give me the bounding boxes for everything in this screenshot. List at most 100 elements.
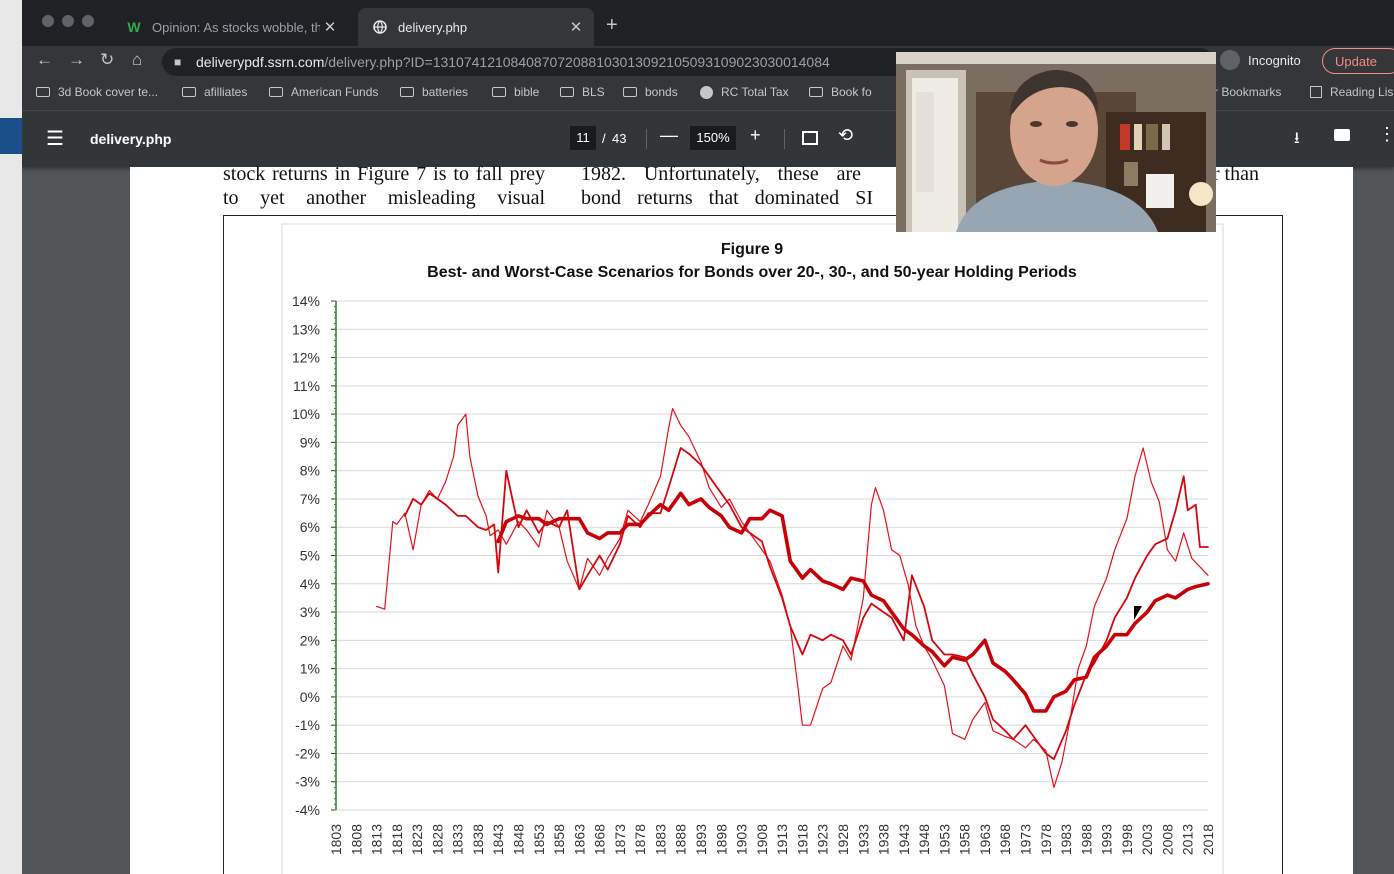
x-tick-label: 1888	[673, 824, 689, 855]
home-icon[interactable]: ⌂	[132, 50, 142, 70]
globe-icon	[700, 85, 713, 99]
folder-icon	[492, 87, 506, 97]
bookmark-item[interactable]: afilliates	[182, 85, 247, 99]
update-button[interactable]: Update	[1322, 48, 1394, 74]
back-arrow-icon[interactable]: ←	[36, 50, 53, 70]
background-window	[0, 0, 22, 874]
x-tick-label: 1983	[1058, 824, 1074, 855]
tab-opinion[interactable]: W Opinion: As stocks wobble, the ✕	[112, 8, 348, 46]
bookmark-item[interactable]: BLS	[560, 85, 605, 99]
line-chart: Figure 9 Best- and Worst-Case Scenarios …	[281, 223, 1224, 874]
chart-subtitle: Best- and Worst-Case Scenarios for Bonds…	[427, 264, 1077, 281]
forward-arrow-icon[interactable]: →	[68, 50, 85, 70]
bookmark-item[interactable]: RC Total Tax	[700, 85, 789, 99]
rotate-icon[interactable]: ⟲	[838, 125, 853, 146]
fit-page-icon[interactable]	[802, 131, 818, 145]
bookmark-item[interactable]: batteries	[400, 85, 468, 99]
pdf-page: stock returns in Figure 7 is to fall pre…	[130, 163, 1353, 874]
print-icon[interactable]	[1334, 129, 1350, 141]
download-icon[interactable]: ⭳	[1294, 127, 1300, 154]
x-tick-label: 1848	[511, 824, 527, 855]
x-tick-label: 2008	[1159, 824, 1175, 855]
close-tab-icon[interactable]: ✕	[566, 18, 586, 36]
close-window-button[interactable]	[42, 15, 54, 27]
zoom-window-button[interactable]	[82, 15, 94, 27]
x-tick-label: 1908	[754, 824, 770, 855]
x-tick-label: 1883	[652, 824, 668, 855]
y-tick-label: -4%	[295, 802, 320, 818]
tab-title: Opinion: As stocks wobble, the	[152, 19, 320, 35]
globe-icon	[372, 19, 388, 35]
bookmark-item[interactable]: American Funds	[269, 85, 378, 99]
folder-icon	[560, 87, 574, 97]
chart-title: Figure 9	[721, 241, 783, 258]
y-tick-label: 12%	[292, 350, 320, 366]
bookmark-item[interactable]: bible	[492, 85, 539, 99]
x-tick-label: 1973	[1017, 824, 1033, 855]
more-options-icon[interactable]: ⋮	[1378, 125, 1394, 143]
y-tick-label: 11%	[293, 378, 320, 394]
list-icon	[1310, 86, 1322, 98]
bookmark-item[interactable]: Reading Lis	[1310, 85, 1393, 99]
new-tab-icon[interactable]: +	[606, 14, 618, 37]
page-count: 43	[612, 131, 627, 146]
x-tick-label: 1948	[916, 824, 932, 855]
x-tick-label: 1968	[997, 824, 1013, 855]
x-tick-label: 1988	[1078, 824, 1094, 855]
url-text: deliverypdf.ssrn.com/delivery.php?ID=131…	[196, 54, 830, 70]
x-tick-label: 1828	[429, 824, 445, 855]
figure-frame: Figure 9 Best- and Worst-Case Scenarios …	[223, 215, 1283, 874]
x-tick-label: 1953	[936, 824, 952, 855]
folder-icon	[36, 87, 50, 97]
bookmark-item[interactable]: Book fo	[809, 85, 872, 99]
y-tick-label: -1%	[295, 717, 320, 733]
bookmark-item[interactable]: 3d Book cover te...	[36, 85, 158, 99]
bookmark-label: BLS	[582, 85, 605, 99]
url-path: /delivery.php?ID=13107412108408707208810…	[324, 54, 830, 70]
minimize-window-button[interactable]	[62, 15, 74, 27]
tab-strip: W Opinion: As stocks wobble, the ✕ deliv…	[22, 0, 1394, 46]
background-window-accent	[0, 118, 22, 154]
x-tick-label: 1928	[835, 824, 851, 855]
zoom-input[interactable]: 150%	[690, 126, 736, 150]
x-tick-label: 1938	[876, 824, 892, 855]
x-tick-label: 2003	[1139, 824, 1155, 855]
x-tick-label: 1903	[734, 824, 750, 855]
bookmark-label: Book fo	[831, 85, 872, 99]
webcam-overlay	[896, 52, 1216, 232]
bookmark-item[interactable]: bonds	[623, 85, 678, 99]
folder-icon	[623, 87, 637, 97]
x-tick-label: 1858	[551, 824, 567, 855]
x-tick-label: 1913	[774, 824, 790, 855]
x-tick-label: 1823	[409, 824, 425, 855]
x-tick-label: 1893	[693, 824, 709, 855]
close-tab-icon[interactable]: ✕	[320, 18, 340, 36]
zoom-out-icon[interactable]: —	[660, 125, 678, 146]
mouse-cursor-icon	[1134, 606, 1142, 620]
y-tick-label: 14%	[292, 293, 320, 309]
incognito-indicator[interactable]: Incognito	[1220, 50, 1301, 70]
w-favicon-icon: W	[127, 19, 141, 35]
zoom-in-icon[interactable]: +	[750, 125, 761, 146]
folder-icon	[400, 87, 414, 97]
y-tick-label: 10%	[292, 406, 320, 422]
y-tick-label: 8%	[300, 463, 320, 479]
paragraph-line: to yet another misleading visual	[223, 187, 545, 209]
x-tick-label: 1963	[977, 824, 993, 855]
x-tick-label: 1958	[957, 824, 973, 855]
folder-icon	[809, 87, 823, 97]
x-tick-label: 1943	[896, 824, 912, 855]
x-tick-label: 2013	[1180, 824, 1196, 855]
y-tick-label: 9%	[300, 434, 320, 450]
bookmark-label: batteries	[422, 85, 469, 99]
paragraph-line: 1982. Unfortunately, these are	[581, 163, 861, 185]
page-number-input[interactable]: 11	[570, 126, 596, 150]
x-tick-label: 1993	[1099, 824, 1115, 855]
y-tick-label: 0%	[300, 689, 320, 705]
y-tick-label: 3%	[300, 604, 320, 620]
menu-icon[interactable]: ☰	[46, 129, 64, 149]
tab-delivery[interactable]: delivery.php ✕	[358, 8, 594, 46]
x-tick-label: 1853	[531, 824, 547, 855]
y-tick-label: 6%	[300, 519, 320, 535]
reload-icon[interactable]: ↻	[100, 50, 114, 70]
